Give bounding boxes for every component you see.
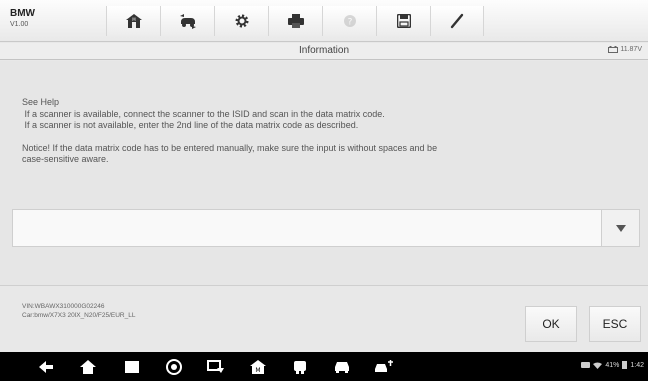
vci-button[interactable] [290,357,310,377]
autel-home-button[interactable]: M [248,357,268,377]
print-button[interactable] [268,6,322,36]
car-icon [335,362,349,373]
screen-share-button[interactable] [206,357,226,377]
car-diagnostic-icon [375,360,393,372]
car-battery-icon [608,46,619,53]
battery-percent: 41% [605,361,620,369]
vehicle-swap-icon [179,14,196,29]
top-toolbar: BMW V1.00 M ? [0,0,648,42]
triangle-down-icon [615,224,626,232]
message-line: Notice! If the data matrix code has to b… [22,142,438,153]
footer-panel: VIN:WBAWX310000G02246 Car:bmw/X7X3 20lX_… [0,285,648,347]
app-version: V1.00 [10,21,29,28]
svg-text:M: M [255,367,260,374]
data-matrix-dropdown[interactable] [12,209,640,247]
diagnostics-button[interactable] [374,357,394,377]
battery-voltage-value: 11.87V [620,46,642,53]
pen-icon [450,13,464,29]
recent-apps-button[interactable] [122,357,142,377]
message-line: case-sensitive aware. [22,154,109,164]
autel-home-icon: M [250,360,266,374]
pen-button[interactable] [430,6,484,36]
wifi-icon [593,362,603,369]
main-content: See Help If a scanner is available, conn… [0,61,648,285]
message-line: If a scanner is available, connect the s… [22,108,385,119]
help-button[interactable]: ? [322,6,376,36]
message-icon [581,361,591,368]
battery-voltage: 11.87V [608,46,642,53]
vehicle-button[interactable] [332,357,352,377]
home-button[interactable]: M [106,6,160,36]
back-arrow-icon [39,361,53,373]
browser-icon [166,359,182,375]
ok-button[interactable]: OK [525,306,577,342]
esc-button[interactable]: ESC [589,306,641,342]
svg-text:M: M [132,17,136,22]
page-title: Information [298,45,350,56]
save-button[interactable] [376,6,430,36]
home-icon: M [125,14,142,28]
app-name: BMW [10,8,35,19]
android-nav-bar: M 41% 1:42 [0,352,648,381]
help-message: See Help If a scanner is available, conn… [22,97,632,166]
battery-icon [622,361,628,369]
help-icon: ? [343,15,356,28]
dropdown-toggle[interactable] [601,210,639,246]
save-icon [396,14,411,28]
vehicle-info: VIN:WBAWX310000G02246 Car:bmw/X7X3 20lX_… [22,302,135,320]
clock: 1:42 [630,361,644,369]
android-home-icon [80,360,96,374]
recent-apps-icon [125,361,139,373]
settings-gear-icon [235,14,248,28]
settings-button[interactable] [214,6,268,36]
data-matrix-input[interactable] [13,210,601,246]
toolbar-buttons: M ? [106,6,484,36]
car-vci-icon [294,361,306,374]
status-tray: 41% 1:42 [581,361,644,369]
home-nav-button[interactable] [78,357,98,377]
message-line: See Help [22,97,60,107]
message-line: If a scanner is not available, enter the… [22,120,359,130]
back-button[interactable] [36,357,56,377]
vin-text: VIN:WBAWX310000G02246 [22,303,105,310]
brand: BMW V1.00 [10,8,35,30]
car-text: Car:bmw/X7X3 20lX_N20/F25/EUR_LL [22,312,136,319]
browser-button[interactable] [164,357,184,377]
svg-text:?: ? [347,18,352,28]
vehicle-swap-button[interactable] [160,6,214,36]
print-icon [287,14,304,28]
title-bar: Information 11.87V [0,43,648,60]
screen-share-icon [207,360,224,373]
